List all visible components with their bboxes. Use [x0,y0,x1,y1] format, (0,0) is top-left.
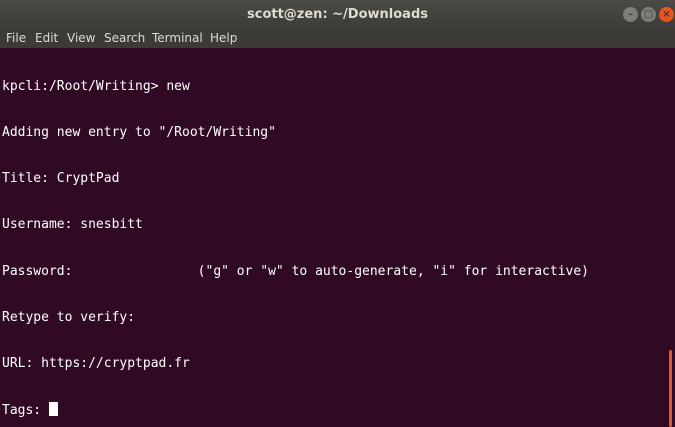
terminal-line: Title: CryptPad [2,171,120,187]
text-cursor [48,402,58,417]
terminal-output[interactable]: kpcli:/Root/Writing> new Adding new entr… [0,48,668,427]
terminal-line: Password: ("g" or "w" to auto-generate, … [2,263,589,279]
close-button[interactable]: × [659,7,674,22]
window-title: scott@zen: ~/Downloads [247,7,428,22]
terminal-line: URL: https://cryptpad.fr [2,356,190,372]
tags-prompt: Tags: [2,403,49,419]
terminal-prompt-line: Tags: [2,402,668,419]
menu-terminal[interactable]: Terminal [152,31,203,45]
menu-edit[interactable]: Edit [35,31,58,45]
terminal-window: scott@zen: ~/Downloads – □ × File Edit V… [0,0,675,427]
terminal-line: kpcli:/Root/Writing> new [2,78,190,94]
maximize-button[interactable]: □ [641,7,656,22]
terminal-line: Adding new entry to "/Root/Writing" [2,125,276,141]
menu-bar: File Edit View Search Terminal Help [0,29,675,48]
menu-file[interactable]: File [6,31,26,45]
minimize-button[interactable]: – [623,7,638,22]
menu-help[interactable]: Help [210,31,237,45]
scrollbar-thumb[interactable] [669,350,672,427]
terminal-line: Retype to verify: [2,309,136,325]
title-bar[interactable]: scott@zen: ~/Downloads – □ × [0,0,675,30]
terminal-line: Username: snesbitt [2,217,143,233]
menu-search[interactable]: Search [104,31,145,45]
menu-view[interactable]: View [67,31,95,45]
scrollbar[interactable] [666,48,675,427]
